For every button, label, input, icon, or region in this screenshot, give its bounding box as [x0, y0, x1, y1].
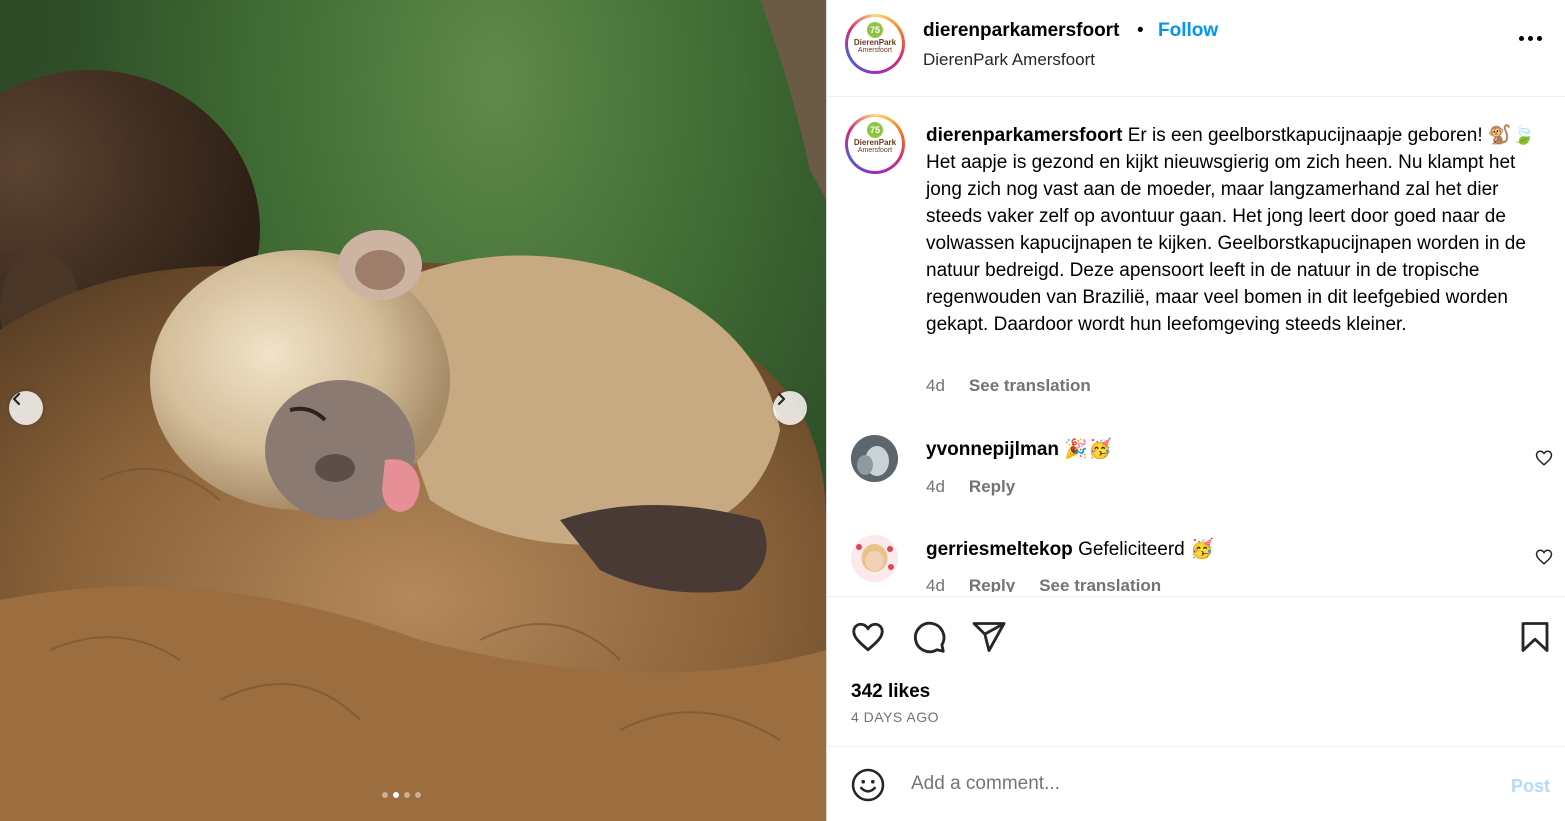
caption-text: Er is een geelborstkapucijnaapje geboren… — [926, 125, 1536, 335]
post-panel: 75 DierenPark Amersfoort dierenparkamers… — [826, 0, 1565, 821]
post-media[interactable] — [0, 0, 826, 821]
comments-section[interactable]: 75 DierenPark Amersfoort dierenparkamers… — [827, 98, 1565, 592]
comment-time: 4d — [926, 576, 945, 592]
caption-meta: 4d See translation — [926, 376, 1091, 396]
avatar-photo — [851, 535, 898, 582]
comment-icon[interactable] — [911, 619, 947, 655]
see-translation-link[interactable]: See translation — [969, 376, 1091, 395]
comment: yvonnepijlman 🎉🥳 — [926, 437, 1112, 461]
caption-avatar[interactable]: 75 DierenPark Amersfoort — [845, 114, 905, 174]
post-comment-button[interactable]: Post — [1511, 776, 1550, 797]
zoo-logo: 75 DierenPark Amersfoort — [848, 17, 902, 71]
carousel-dot — [382, 792, 388, 798]
see-translation-link[interactable]: See translation — [1039, 576, 1161, 592]
more-options-button[interactable] — [1519, 36, 1542, 41]
more-icon-dot — [1537, 36, 1542, 41]
carousel-prev-button[interactable] — [9, 391, 43, 425]
logo-text-line1: DierenPark — [853, 38, 897, 47]
reply-link[interactable]: Reply — [969, 576, 1015, 592]
more-icon — [1519, 36, 1524, 41]
zoo-logo: 75 DierenPark Amersfoort — [848, 117, 902, 171]
emoji-icon[interactable] — [850, 767, 886, 803]
separator-dot: • — [1137, 20, 1144, 41]
carousel-dot — [404, 792, 410, 798]
reply-link[interactable]: Reply — [969, 477, 1015, 496]
logo-text-line1: DierenPark — [853, 138, 897, 147]
add-comment-bar: Post — [827, 746, 1565, 821]
location-link[interactable]: DierenPark Amersfoort — [923, 50, 1095, 70]
account-avatar[interactable]: 75 DierenPark Amersfoort — [845, 14, 905, 74]
comment-text: Gefeliciteerd 🥳 — [1078, 539, 1214, 560]
share-icon[interactable] — [971, 619, 1007, 655]
caption-username[interactable]: dierenparkamersfoort — [926, 125, 1122, 146]
post-date: 4 DAYS AGO — [851, 709, 939, 725]
logo-text-line2: Amersfoort — [857, 47, 893, 54]
monkey-photo — [0, 0, 826, 821]
likes-count[interactable]: 342 likes — [851, 681, 930, 703]
comment-like-heart-icon[interactable] — [1535, 548, 1553, 566]
comment-avatar[interactable] — [851, 535, 898, 582]
carousel-dot-active — [393, 792, 399, 798]
comment-username[interactable]: gerriesmeltekop — [926, 539, 1073, 560]
carousel-dot — [415, 792, 421, 798]
avatar-photo — [851, 435, 898, 482]
carousel-indicator — [382, 792, 421, 798]
chevron-left-icon — [12, 392, 21, 406]
follow-button[interactable]: Follow — [1158, 20, 1218, 42]
comment-username[interactable]: yvonnepijlman — [926, 439, 1059, 460]
heart-icon[interactable] — [850, 619, 886, 655]
post-caption: dierenparkamersfoort Er is een geelborst… — [926, 122, 1546, 338]
carousel-next-button[interactable] — [773, 391, 807, 425]
post-header: 75 DierenPark Amersfoort dierenparkamers… — [827, 0, 1565, 97]
bookmark-icon[interactable] — [1517, 619, 1553, 655]
comment: gerriesmeltekop Gefeliciteerd 🥳 — [926, 537, 1214, 561]
more-icon-dot — [1528, 36, 1533, 41]
logo-badge: 75 — [867, 22, 883, 38]
comment-like-heart-icon[interactable] — [1535, 449, 1553, 467]
chevron-right-icon — [777, 392, 786, 406]
comment-time: 4d — [926, 477, 945, 496]
header-username[interactable]: dierenparkamersfoort — [923, 20, 1119, 42]
logo-badge: 75 — [867, 122, 883, 138]
comment-text: 🎉🥳 — [1064, 439, 1112, 460]
comment-input[interactable] — [911, 773, 1471, 795]
post-actions: 342 likes 4 DAYS AGO — [827, 596, 1565, 746]
caption-time: 4d — [926, 376, 945, 395]
comment-meta: 4d Reply — [926, 477, 1015, 497]
logo-text-line2: Amersfoort — [857, 147, 893, 154]
comment-avatar[interactable] — [851, 435, 898, 482]
comment-meta: 4d Reply See translation — [926, 576, 1161, 592]
